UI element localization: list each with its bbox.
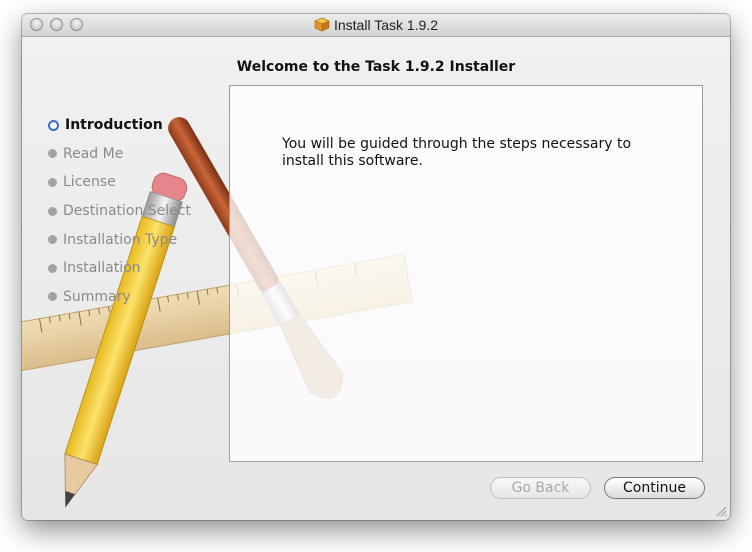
step-introduction: Introduction xyxy=(48,111,191,140)
step-label: Summary xyxy=(63,288,131,305)
current-step-icon xyxy=(48,119,59,131)
step-bullet-icon xyxy=(48,292,57,302)
content-panel: You will be guided through the steps nec… xyxy=(229,85,703,462)
window-title-group: Install Task 1.9.2 xyxy=(22,17,730,35)
resize-grip-icon[interactable] xyxy=(715,505,727,517)
step-bullet-icon xyxy=(48,263,57,273)
step-bullet-icon xyxy=(48,206,57,216)
step-label: Introduction xyxy=(65,117,163,134)
step-read-me: Read Me xyxy=(48,140,191,169)
window-title: Install Task 1.9.2 xyxy=(333,17,439,33)
package-icon xyxy=(313,17,330,35)
step-label: Installation Type xyxy=(63,231,178,248)
installer-steps: Introduction Read Me License Destination… xyxy=(48,111,191,311)
step-label: License xyxy=(63,174,116,191)
step-destination-select: Destination Select xyxy=(48,197,191,226)
step-bullet-icon xyxy=(48,177,57,187)
step-label: Read Me xyxy=(63,145,124,162)
page-heading: Welcome to the Task 1.9.2 Installer xyxy=(236,59,516,75)
step-summary: Summary xyxy=(48,283,191,312)
go-back-button[interactable]: Go Back xyxy=(490,477,591,499)
step-label: Installation xyxy=(63,260,141,277)
step-installation-type: Installation Type xyxy=(48,225,191,254)
step-bullet-icon xyxy=(48,149,57,159)
intro-text: You will be guided through the steps nec… xyxy=(282,136,632,169)
step-bullet-icon xyxy=(48,235,57,245)
step-license: License xyxy=(48,168,191,197)
installer-content: Welcome to the Task 1.9.2 Installer Intr… xyxy=(22,37,730,520)
step-label: Destination Select xyxy=(63,203,191,220)
installer-window: Install Task 1.9.2 Welcome to the Task 1… xyxy=(22,14,730,520)
step-installation: Installation xyxy=(48,254,191,283)
title-bar[interactable]: Install Task 1.9.2 xyxy=(22,14,730,37)
continue-button[interactable]: Continue xyxy=(604,477,705,499)
